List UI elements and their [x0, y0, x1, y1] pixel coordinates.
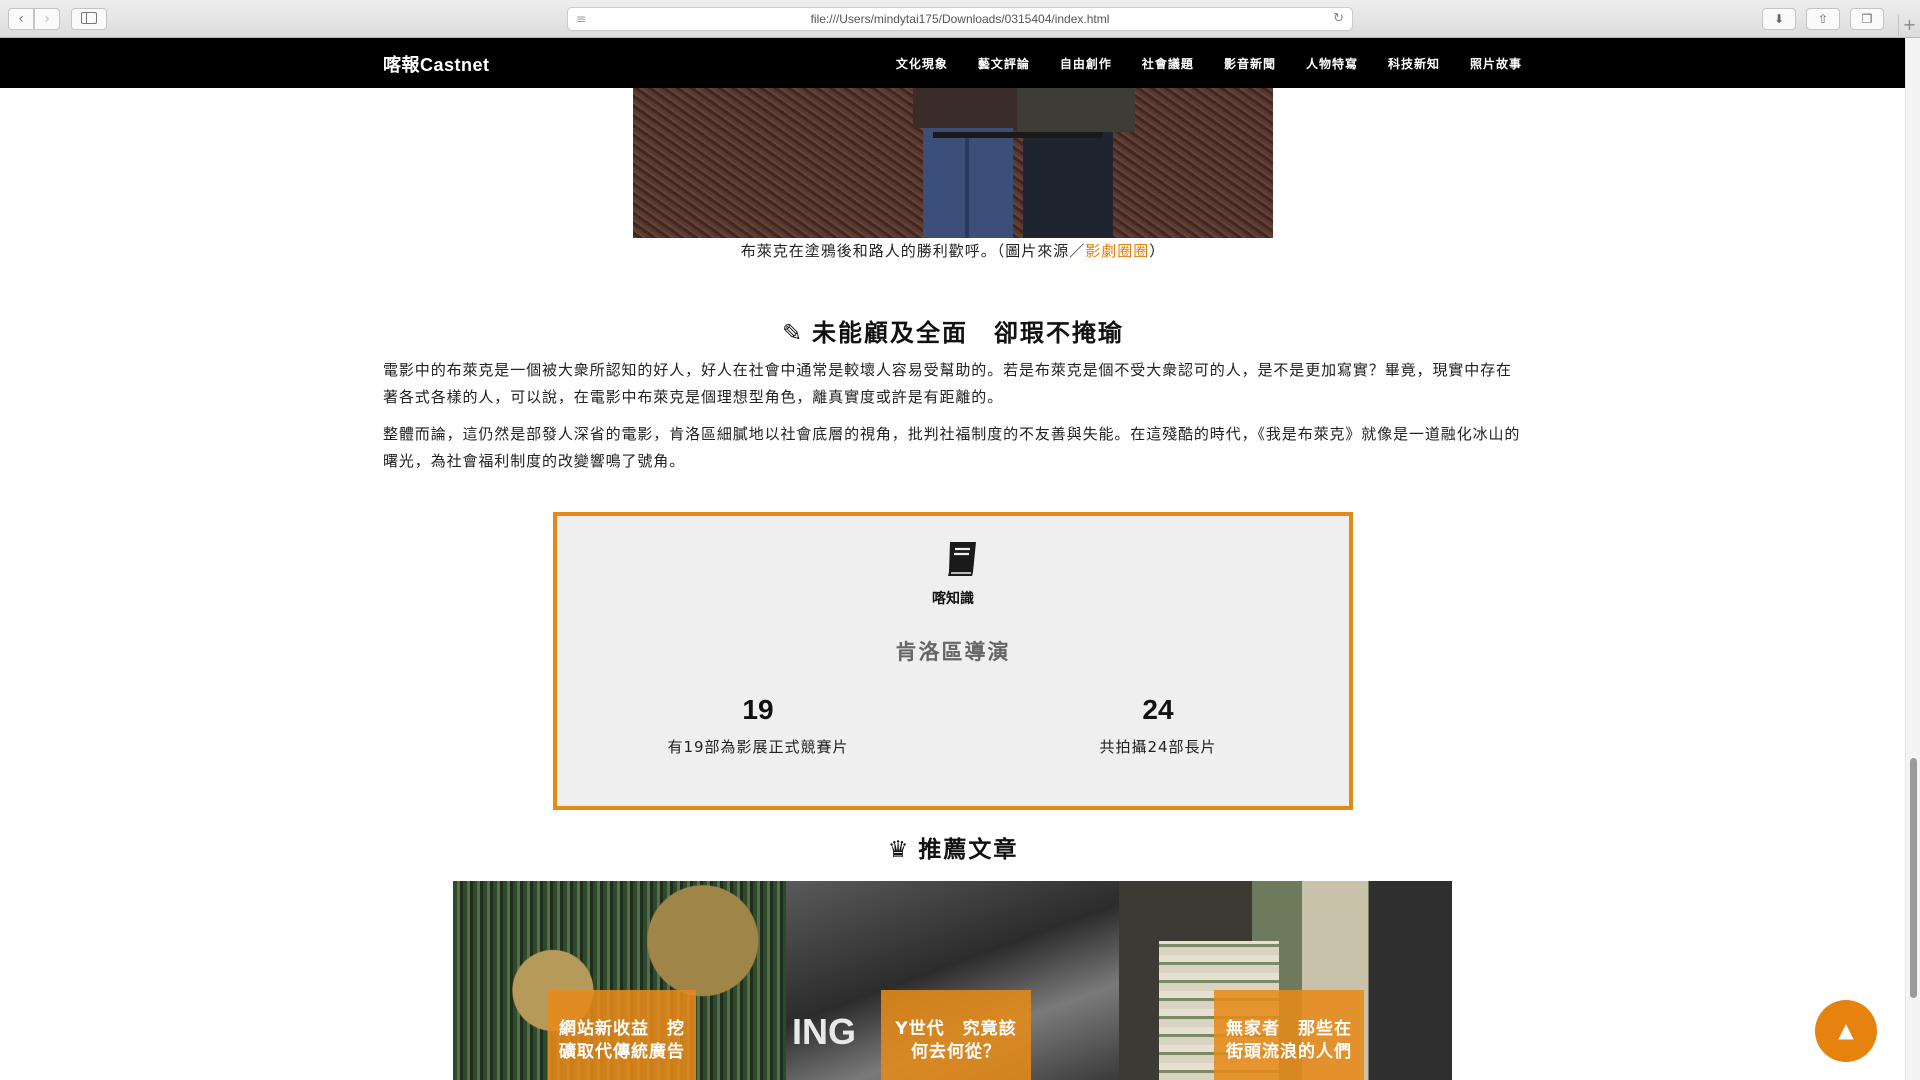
person-figure [1017, 88, 1135, 238]
section-heading: ✎ 未能顧及全面 卻瑕不掩瑜 [383, 313, 1523, 348]
main-nav: 文化現象 藝文評論 自由創作 社會議題 影音新聞 人物特寫 科技新知 照片故事 [896, 55, 1522, 72]
nav-item-free-creation[interactable]: 自由創作 [1060, 55, 1112, 72]
new-tab-button[interactable]: + [1898, 15, 1920, 39]
back-button[interactable]: ‹ [8, 8, 34, 30]
caption-close: ） [1149, 242, 1166, 260]
download-icon: ⬇ [1773, 12, 1785, 26]
tab-overview-button[interactable]: ❐ [1850, 8, 1884, 30]
section-heading-text: 未能顧及全面 卻瑕不掩瑜 [812, 319, 1125, 347]
nav-item-people[interactable]: 人物特寫 [1306, 55, 1358, 72]
person-figure [913, 88, 1023, 238]
page-scrollbar[interactable] [1905, 38, 1920, 1080]
nav-item-photo-story[interactable]: 照片故事 [1470, 55, 1522, 72]
recommended-heading: ♛ 推薦文章 [383, 830, 1523, 864]
card-title[interactable]: Y世代 究竟該何去何從？ [881, 990, 1031, 1080]
card-title[interactable]: 無家者 那些在街頭流浪的人們 [1214, 990, 1364, 1080]
arrow-up-icon: ▲ [1838, 1018, 1854, 1042]
site-header: 喀報Castnet 文化現象 藝文評論 自由創作 社會議題 影音新聞 人物特寫 … [0, 38, 1905, 88]
recommended-heading-text: 推薦文章 [918, 837, 1019, 863]
recommended-card[interactable]: 無家者 那些在街頭流浪的人們 [1119, 881, 1452, 1080]
nav-item-tech[interactable]: 科技新知 [1388, 55, 1440, 72]
nav-item-video-news[interactable]: 影音新聞 [1224, 55, 1276, 72]
stat-number: 19 [742, 694, 774, 725]
browser-toolbar: ‹ › ≡ file:///Users/mindytai175/Download… [0, 0, 1920, 39]
share-button[interactable]: ⇧ [1806, 8, 1840, 30]
article-paragraph: 整體而論，這仍然是部發人深省的電影，肯洛區細膩地以社會底層的視角，批判社福制度的… [383, 425, 1521, 470]
photo-caption: 布萊克在塗鴉後和路人的勝利歡呼。（圖片來源／影劇圈圈） [633, 240, 1273, 261]
downloads-button[interactable]: ⬇ [1762, 8, 1796, 30]
recommended-card[interactable]: Y世代 究竟該何去何從？ [786, 881, 1119, 1080]
nav-item-social-issues[interactable]: 社會議題 [1142, 55, 1194, 72]
stat-competition-films: 19 有19部為影展正式競賽片 [608, 694, 908, 757]
knowledge-title: 肯洛區導演 [895, 640, 1011, 664]
address-bar[interactable]: ≡ file:///Users/mindytai175/Downloads/03… [567, 7, 1353, 31]
sidebar-icon [81, 12, 97, 24]
back-to-top-button[interactable]: ▲ [1815, 1000, 1877, 1062]
nav-item-arts-review[interactable]: 藝文評論 [978, 55, 1030, 72]
stat-feature-films: 24 共拍攝24部長片 [1008, 694, 1308, 757]
stat-description: 共拍攝24部長片 [1099, 738, 1217, 756]
caption-text: 布萊克在塗鴉後和路人的勝利歡呼。（圖片來源／ [740, 242, 1086, 260]
knowledge-box: 喀知識 肯洛區導演 19 有19部為影展正式競賽片 24 共拍攝24部長片 [553, 512, 1353, 810]
article-paragraph: 電影中的布萊克是一個被大衆所認知的好人，好人在社會中通常是較壞人容易受幫助的。若… [383, 361, 1512, 406]
share-icon: ⇧ [1817, 12, 1829, 26]
url-text: file:///Users/mindytai175/Downloads/0315… [810, 12, 1110, 26]
book-icon [948, 542, 976, 576]
tabs-icon: ❐ [1861, 12, 1873, 26]
stat-description: 有19部為影展正式競賽片 [667, 738, 849, 756]
recommended-card[interactable]: 網站新收益 挖礦取代傳統廣告 [453, 881, 786, 1080]
sidebar-toggle-button[interactable] [71, 8, 107, 30]
site-logo[interactable]: 喀報Castnet [383, 51, 490, 77]
crown-icon: ♛ [887, 837, 911, 863]
plus-icon: + [1902, 15, 1917, 34]
card-title[interactable]: 網站新收益 挖礦取代傳統廣告 [548, 990, 696, 1080]
nav-item-culture[interactable]: 文化現象 [896, 55, 948, 72]
article-photo [633, 88, 1273, 238]
chevron-right-icon: › [44, 11, 50, 27]
reload-icon[interactable]: ↻ [1333, 11, 1344, 26]
knowledge-label: 喀知識 [932, 591, 974, 607]
forward-button[interactable]: › [34, 8, 60, 30]
scrollbar-thumb[interactable] [1910, 758, 1917, 998]
photo-source-link[interactable]: 影劇圈圈 [1085, 242, 1149, 260]
chevron-left-icon: ‹ [18, 11, 24, 27]
stat-number: 24 [1142, 694, 1174, 725]
pencil-icon: ✎ [781, 319, 805, 347]
